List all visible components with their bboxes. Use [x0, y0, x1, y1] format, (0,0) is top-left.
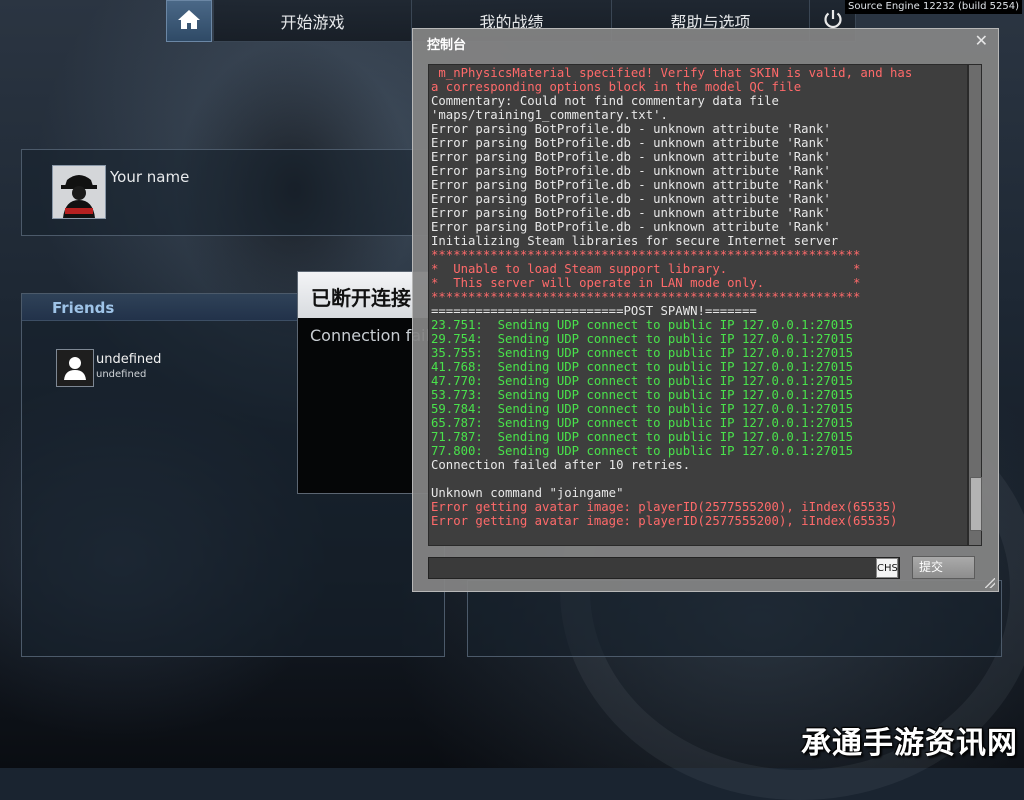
console-line: Error parsing BotProfile.db - unknown at…	[431, 150, 831, 164]
player-name: Your name	[110, 168, 190, 186]
play-button[interactable]: 开始游戏	[214, 0, 412, 42]
console-line: 65.787: Sending UDP connect to public IP…	[431, 416, 853, 430]
console-line: 59.784: Sending UDP connect to public IP…	[431, 402, 853, 416]
console-line: Error parsing BotProfile.db - unknown at…	[431, 206, 831, 220]
console-line: 35.755: Sending UDP connect to public IP…	[431, 346, 853, 360]
console-log: m_nPhysicsMaterial specified! Verify tha…	[428, 64, 968, 546]
console-line: Connection failed after 10 retries.	[431, 458, 691, 472]
console-line: Initializing Steam libraries for secure …	[431, 234, 839, 248]
console-title: 控制台	[427, 38, 467, 53]
console-line: 47.770: Sending UDP connect to public IP…	[431, 374, 853, 388]
console-line: a corresponding options block in the mod…	[431, 80, 802, 94]
ime-indicator: CHS	[876, 558, 898, 578]
friend-name: undefined	[96, 352, 162, 367]
engine-version: Source Engine 12232 (build 5254)	[845, 0, 1022, 14]
console-line: 'maps/training1_commentary.txt'.	[431, 108, 668, 122]
play-label: 开始游戏	[280, 12, 345, 32]
console-line: 53.773: Sending UDP connect to public IP…	[431, 388, 853, 402]
console-line: 71.787: Sending UDP connect to public IP…	[431, 430, 853, 444]
console-input[interactable]	[428, 557, 900, 579]
console-line: ****************************************…	[431, 290, 861, 304]
console-line: 23.751: Sending UDP connect to public IP…	[431, 318, 853, 332]
console-line: Commentary: Could not find commentary da…	[431, 94, 779, 108]
console-line: m_nPhysicsMaterial specified! Verify tha…	[431, 66, 913, 80]
console-line: 29.754: Sending UDP connect to public IP…	[431, 332, 853, 346]
friend-avatar	[56, 349, 94, 387]
home-icon	[177, 8, 201, 34]
console-line: * Unable to load Steam support library. …	[431, 262, 861, 276]
home-button[interactable]	[166, 0, 212, 42]
console-line: Error parsing BotProfile.db - unknown at…	[431, 220, 831, 234]
console-line: 41.768: Sending UDP connect to public IP…	[431, 360, 853, 374]
console-line: Unknown command "joingame"	[431, 486, 624, 500]
console-window: 控制台 ✕ m_nPhysicsMaterial specified! Veri…	[412, 28, 999, 592]
console-line: Error getting avatar image: playerID(257…	[431, 500, 898, 514]
console-line: Error parsing BotProfile.db - unknown at…	[431, 136, 831, 150]
console-line: ****************************************…	[431, 248, 861, 262]
console-line: * This server will operate in LAN mode o…	[431, 276, 861, 290]
watermark: 承通手游资讯网	[801, 726, 1018, 761]
console-line: ==========================POST SPAWN!===…	[431, 304, 757, 318]
submit-button[interactable]: 提交	[912, 556, 975, 579]
console-line: 77.800: Sending UDP connect to public IP…	[431, 444, 853, 458]
console-line: Error parsing BotProfile.db - unknown at…	[431, 178, 831, 192]
close-icon[interactable]: ✕	[975, 31, 988, 50]
console-titlebar[interactable]: 控制台 ✕	[413, 29, 998, 55]
console-line: Error parsing BotProfile.db - unknown at…	[431, 164, 831, 178]
friend-status: undefined	[96, 369, 147, 380]
console-scrollbar[interactable]	[968, 64, 982, 546]
avatar[interactable]	[52, 165, 106, 219]
console-line: Error getting avatar image: playerID(257…	[431, 514, 898, 528]
disconnected-title: 已断开连接	[311, 286, 411, 310]
resize-grip-icon[interactable]	[985, 578, 995, 588]
console-line: Error parsing BotProfile.db - unknown at…	[431, 192, 831, 206]
scrollbar-thumb[interactable]	[970, 477, 982, 531]
console-line: Error parsing BotProfile.db - unknown at…	[431, 122, 831, 136]
friends-title: Friends	[52, 299, 115, 317]
